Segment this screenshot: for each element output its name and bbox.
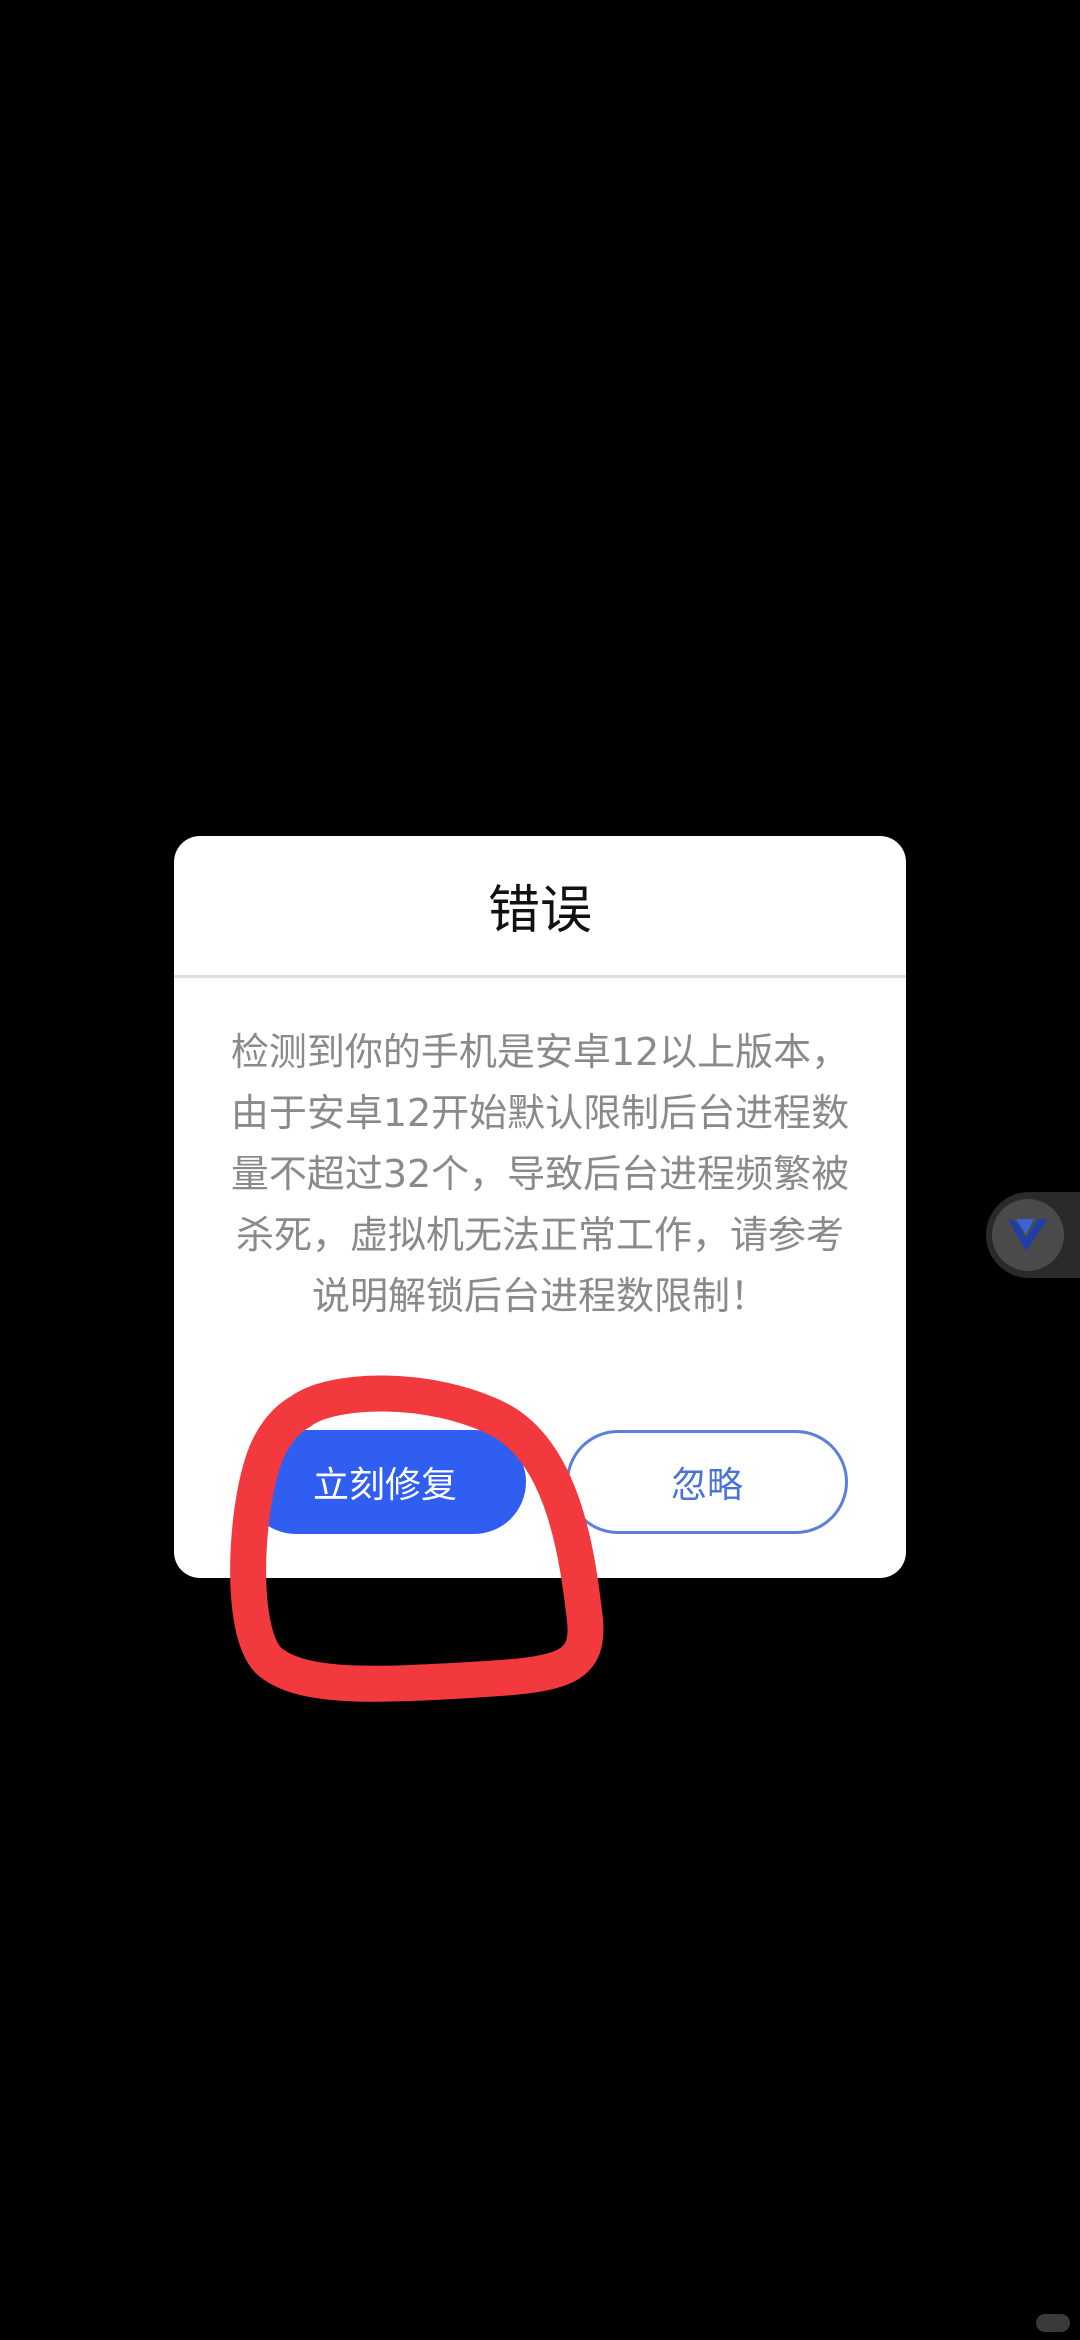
ignore-button[interactable]: 忽略 — [566, 1430, 848, 1534]
floating-ball[interactable] — [986, 1192, 1080, 1278]
fix-now-button[interactable]: 立刻修复 — [244, 1430, 526, 1534]
dialog-message: 检测到你的手机是安卓12以上版本，由于安卓12开始默认限制后台进程数量不超过32… — [230, 1030, 850, 1318]
dialog-title: 错误 — [174, 836, 906, 978]
v-logo-icon — [992, 1199, 1064, 1271]
error-dialog: 错误 检测到你的手机是安卓12以上版本，由于安卓12开始默认限制后台进程数量不超… — [174, 836, 906, 1578]
watermark-badge — [1036, 2314, 1070, 2332]
